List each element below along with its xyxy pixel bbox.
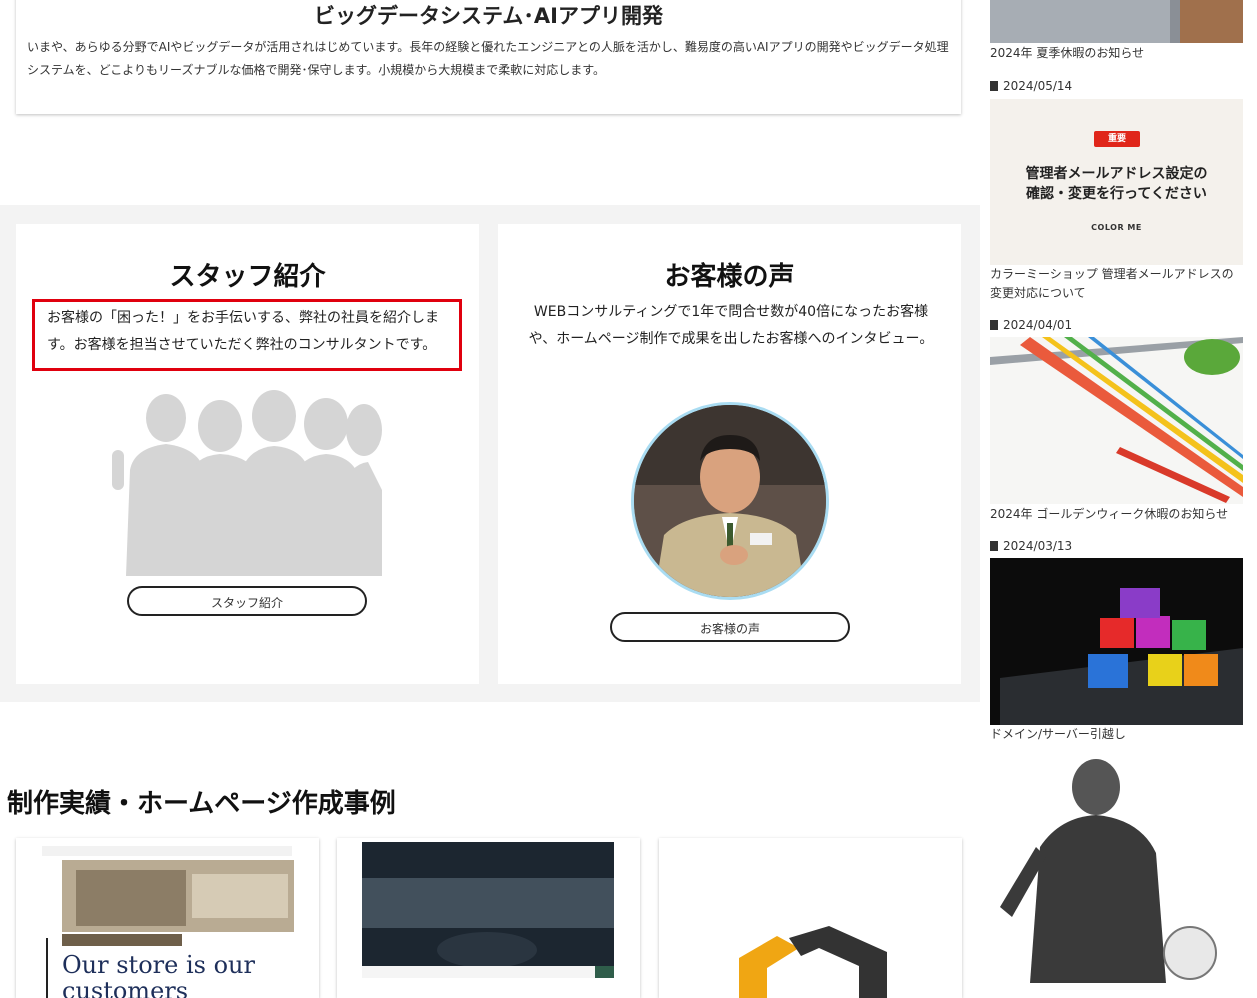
news-caption-2[interactable]: カラーミーショップ 管理者メールアドレスの変更対応について xyxy=(990,265,1243,303)
voice-button[interactable]: お客様の声 xyxy=(610,612,850,642)
service-card: ビッグデータシステム･AIアプリ開発 いまや、あらゆる分野でAIやビッグデータが… xyxy=(16,0,961,114)
staff-title: スタッフ紹介 xyxy=(169,262,326,292)
news-image-1[interactable] xyxy=(990,0,1243,43)
news-image-2-line1: 管理者メールアドレス設定の xyxy=(1025,166,1208,182)
news-photo-1 xyxy=(990,0,1243,43)
calendar-photo xyxy=(990,337,1243,504)
voice-card: お客様の声 WEBコンサルティングで1年で問合せ数が40倍になったお客様や、ホー… xyxy=(498,224,961,684)
important-badge: 重要 xyxy=(1094,131,1140,147)
work-thumbnail-3 xyxy=(659,838,962,998)
news-image-2-line2: 確認・変更を行ってください xyxy=(1026,186,1207,202)
staff-description: お客様の「困った！」をお手伝いする、弊社の社員を紹介します。お客様を担当させてい… xyxy=(32,299,462,371)
news-date-4: 2024/03/13 xyxy=(990,539,1072,553)
voice-description: WEBコンサルティングで1年で問合せ数が40倍になったお客様や、ホームページ制作… xyxy=(528,304,934,347)
customer-avatar[interactable] xyxy=(631,402,829,600)
work-item-3[interactable] xyxy=(659,838,962,998)
work-thumbnail-2 xyxy=(337,838,640,998)
work-item-2[interactable] xyxy=(337,838,640,998)
domain-cubes-photo xyxy=(990,558,1243,725)
service-description: いまや、あらゆる分野でAIやビッグデータが活用されはじめています。長年の経験と優… xyxy=(27,40,949,77)
news-date-2: 2024/05/14 xyxy=(990,79,1072,93)
news-image-4[interactable] xyxy=(990,558,1243,725)
soccer-player-photo xyxy=(990,757,1243,983)
staff-card: スタッフ紹介 お客様の「困った！」をお手伝いする、弊社の社員を紹介します。お客様… xyxy=(16,224,479,684)
customer-photo xyxy=(634,405,826,597)
document-icon xyxy=(990,320,998,330)
voice-title: お客様の声 xyxy=(664,262,795,292)
colorme-logo: COLOR ME xyxy=(1091,223,1142,232)
news-caption-3[interactable]: 2024年 ゴールデンウィーク休暇のお知らせ xyxy=(990,505,1243,524)
staff-button[interactable]: スタッフ紹介 xyxy=(127,586,367,616)
document-icon xyxy=(990,541,998,551)
news-date-3: 2024/04/01 xyxy=(990,318,1072,332)
work-1-tagline: Our store is our customers xyxy=(62,951,255,998)
works-title: 制作実績・ホームページ作成事例 xyxy=(7,789,396,819)
service-title: ビッグデータシステム･AIアプリ開発 xyxy=(314,4,663,28)
sidebar-banner[interactable] xyxy=(990,757,1243,983)
document-icon xyxy=(990,81,998,91)
news-image-3[interactable] xyxy=(990,337,1243,504)
news-image-2[interactable]: 重要 管理者メールアドレス設定の 確認・変更を行ってください COLOR ME xyxy=(990,99,1243,265)
news-caption-4[interactable]: ドメイン/サーバー引越し xyxy=(990,725,1243,744)
work-item-1[interactable]: Our store is our customers xyxy=(16,838,319,998)
news-caption-1[interactable]: 2024年 夏季休暇のお知らせ xyxy=(990,44,1243,63)
staff-silhouette-image xyxy=(112,390,382,576)
